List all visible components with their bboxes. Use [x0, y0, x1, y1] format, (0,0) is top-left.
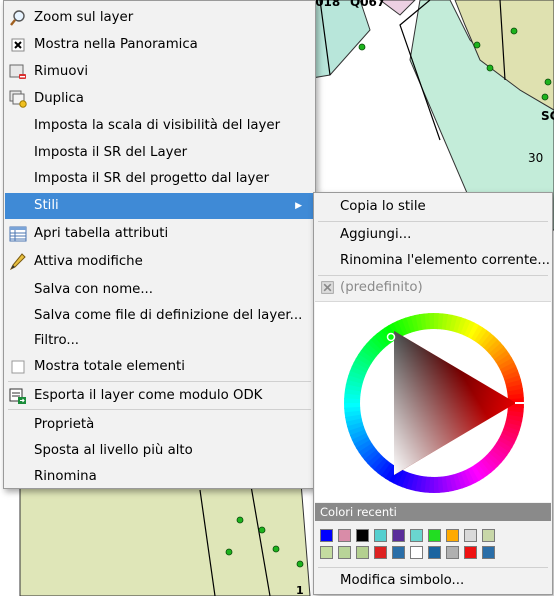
- map-label: Q067: [350, 0, 385, 9]
- attribute-table-icon: [9, 226, 27, 242]
- menu-item-zoom-layer[interactable]: Zoom sul layer: [5, 5, 314, 31]
- menu-item-label: Attiva modifiche: [34, 254, 143, 269]
- zoom-layer-icon: [10, 10, 25, 26]
- recent-color-swatch[interactable]: [482, 529, 495, 542]
- menu-item-label: Zoom sul layer: [34, 10, 134, 25]
- menu-item-properties[interactable]: Proprietà: [5, 412, 314, 438]
- pencil-icon: [9, 253, 26, 271]
- recent-color-swatch[interactable]: [410, 546, 423, 559]
- submenu-item-edit-symbol[interactable]: Modifica simbolo...: [315, 568, 551, 594]
- menu-item-label: Modifica simbolo...: [340, 573, 465, 588]
- menu-item-label: Rinomina l'elemento corrente...: [340, 253, 551, 268]
- recent-color-swatch[interactable]: [428, 546, 441, 559]
- map-label: SC: [541, 109, 554, 123]
- submenu-item-copy-style[interactable]: Copia lo stile: [315, 194, 551, 220]
- recent-color-swatch[interactable]: [374, 529, 387, 542]
- checkbox-unchecked-icon: [11, 360, 25, 374]
- menu-item-filter[interactable]: Filtro...: [5, 328, 314, 354]
- recent-color-swatch[interactable]: [392, 529, 405, 542]
- submenu-arrow-icon: ▶: [295, 201, 302, 211]
- menu-separator: [8, 381, 311, 382]
- recent-colors-grid: [320, 529, 550, 565]
- menu-item-label: Mostra totale elementi: [34, 359, 185, 374]
- recent-color-swatch[interactable]: [338, 546, 351, 559]
- menu-item-label: Copia lo stile: [340, 199, 426, 214]
- recent-color-swatch[interactable]: [320, 529, 333, 542]
- color-wheel[interactable]: [315, 302, 551, 502]
- menu-item-styles[interactable]: Stili ▶: [5, 193, 314, 219]
- recent-color-swatch[interactable]: [356, 546, 369, 559]
- menu-item-save-as[interactable]: Salva con nome...: [5, 277, 314, 303]
- menu-item-set-visibility-scale[interactable]: Imposta la scala di visibilità del layer: [5, 113, 314, 139]
- menu-item-label: Salva con nome...: [34, 282, 154, 297]
- recent-color-swatch[interactable]: [320, 546, 333, 559]
- submenu-item-default-style[interactable]: (predefinito): [315, 275, 551, 301]
- recent-color-swatch[interactable]: [446, 546, 459, 559]
- menu-item-toggle-editing[interactable]: Attiva modifiche: [5, 249, 314, 275]
- styles-submenu: Copia lo stile Aggiungi... Rinomina l'el…: [313, 192, 553, 595]
- recent-color-swatch[interactable]: [464, 529, 477, 542]
- recent-color-swatch[interactable]: [446, 529, 459, 542]
- recent-color-swatch[interactable]: [482, 546, 495, 559]
- menu-item-label: Rinomina: [34, 469, 97, 484]
- menu-item-label: Mostra nella Panoramica: [34, 37, 198, 52]
- recent-color-swatch[interactable]: [356, 529, 369, 542]
- menu-item-label: Duplica: [34, 91, 84, 106]
- recent-color-swatch[interactable]: [428, 529, 441, 542]
- menu-item-label: (predefinito): [340, 280, 423, 295]
- recent-color-swatch[interactable]: [464, 546, 477, 559]
- menu-item-label: Esporta il layer come modulo ODK: [34, 388, 263, 403]
- recent-colors-title: Colori recenti: [320, 505, 397, 519]
- recent-color-swatch[interactable]: [338, 529, 351, 542]
- menu-item-move-to-top[interactable]: Sposta al livello più alto: [5, 438, 314, 464]
- color-wheel-panel: [315, 301, 551, 502]
- menu-item-label: Apri tabella attributi: [34, 226, 169, 241]
- submenu-item-add[interactable]: Aggiungi...: [315, 222, 551, 248]
- checkbox-checked-icon: [321, 281, 334, 294]
- menu-item-duplicate[interactable]: Duplica: [5, 86, 314, 112]
- menu-item-label: Filtro...: [34, 333, 80, 348]
- menu-item-rename[interactable]: Rinomina: [5, 464, 314, 490]
- menu-item-open-attribute-table[interactable]: Apri tabella attributi: [5, 221, 314, 247]
- menu-item-label: Imposta il SR del Layer: [34, 145, 188, 160]
- layer-context-menu: Zoom sul layer Mostra nella Panoramica R…: [3, 0, 316, 489]
- menu-item-label: Aggiungi...: [340, 227, 412, 242]
- menu-item-label: Proprietà: [34, 417, 95, 432]
- menu-item-label: Stili: [34, 198, 59, 213]
- map-label: 1: [296, 584, 304, 596]
- recent-colors-header: Colori recenti: [315, 503, 551, 521]
- menu-item-set-layer-crs[interactable]: Imposta il SR del Layer: [5, 140, 314, 166]
- recent-color-swatch[interactable]: [410, 529, 423, 542]
- menu-separator: [8, 409, 311, 410]
- menu-item-label: Salva come file di definizione del layer…: [34, 308, 303, 323]
- submenu-item-rename-current[interactable]: Rinomina l'elemento corrente...: [315, 248, 551, 274]
- remove-layer-icon: [9, 64, 26, 79]
- duplicate-layer-icon: [9, 90, 27, 108]
- menu-item-show-in-overview[interactable]: Mostra nella Panoramica: [5, 32, 314, 58]
- menu-item-remove[interactable]: Rimuovi: [5, 59, 314, 85]
- menu-item-label: Imposta la scala di visibilità del layer: [34, 118, 281, 133]
- menu-item-label: Imposta il SR del progetto dal layer: [34, 171, 270, 186]
- menu-item-save-layer-definition[interactable]: Salva come file di definizione del layer…: [5, 303, 314, 329]
- menu-item-label: Sposta al livello più alto: [34, 443, 193, 458]
- recent-color-swatch[interactable]: [374, 546, 387, 559]
- menu-item-export-odk[interactable]: Esporta il layer come modulo ODK: [5, 383, 314, 409]
- export-odk-icon: [9, 388, 26, 404]
- map-label: 30: [528, 151, 543, 165]
- menu-item-label: Rimuovi: [34, 64, 89, 79]
- recent-color-swatch[interactable]: [392, 546, 405, 559]
- menu-item-set-project-crs[interactable]: Imposta il SR del progetto dal layer: [5, 166, 314, 192]
- checkbox-checked-icon: [11, 38, 25, 52]
- menu-item-show-feature-count[interactable]: Mostra totale elementi: [5, 354, 314, 380]
